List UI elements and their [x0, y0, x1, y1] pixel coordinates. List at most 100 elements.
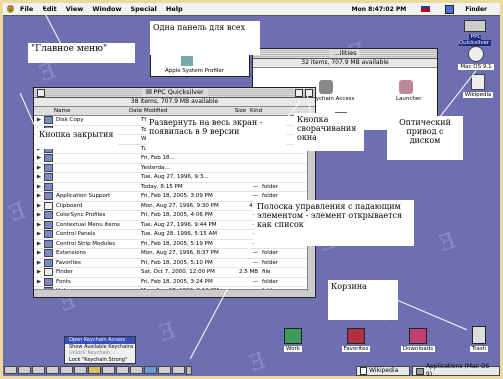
- disk-icon-box[interactable]: PPC Quicksilver: [452, 20, 498, 46]
- row-date: Fri, Feb 18, 2005, 3:24 PM: [141, 278, 213, 285]
- disclosure-triangle-icon[interactable]: ▶: [34, 260, 44, 266]
- file-icon: [44, 201, 53, 210]
- table-row[interactable]: ▶ Favorites Fri, Feb 18, 2005, 5:10 PM — fol…: [34, 258, 315, 268]
- control-strip-tab[interactable]: [186, 365, 192, 375]
- control-strip-module[interactable]: [144, 366, 157, 374]
- zoom-box-icon[interactable]: [295, 89, 303, 97]
- popup-item[interactable]: Lock "Keychain Strong": [65, 357, 135, 364]
- folder-icon: [44, 258, 53, 267]
- favorites-folder[interactable]: Favorites: [336, 328, 376, 352]
- table-row[interactable]: ▶ Yesterda...: [34, 163, 315, 173]
- utilities-titlebar[interactable]: ...ilities: [253, 49, 437, 59]
- disclosure-triangle-icon[interactable]: ▶: [34, 241, 44, 247]
- disclosure-triangle-icon[interactable]: ▶: [34, 193, 44, 199]
- trash-box[interactable]: Trash: [464, 326, 494, 352]
- app-menu-finder[interactable]: Finder: [465, 6, 487, 13]
- control-strip-module[interactable]: [60, 366, 73, 374]
- row-name: Disk Copy: [56, 117, 84, 124]
- popup-item[interactable]: Open Keychain Access: [65, 337, 135, 344]
- disclosure-triangle-icon[interactable]: ▶: [34, 269, 44, 275]
- row-name: Favorites: [56, 259, 81, 266]
- control-strip-module[interactable]: [172, 366, 185, 374]
- downloads-folder[interactable]: Downloads: [397, 328, 439, 352]
- disclosure-triangle-icon[interactable]: ▶: [34, 231, 44, 237]
- row-kind: folder: [262, 278, 278, 285]
- launcher-icon[interactable]: [399, 80, 413, 94]
- disclosure-triangle-icon[interactable]: ▶: [34, 222, 44, 228]
- disclosure-triangle-icon[interactable]: ▶: [34, 279, 44, 285]
- row-kind: folder: [262, 193, 278, 200]
- col-date[interactable]: Date Modified: [129, 107, 226, 115]
- folder-icon: [44, 154, 53, 163]
- table-row[interactable]: ▶ Finder Sat, Oct 7, 2000, 12:00 PM 2.5 MB f…: [34, 268, 315, 278]
- col-kind[interactable]: Kind: [250, 107, 278, 115]
- flag-icon[interactable]: [421, 6, 431, 12]
- row-date: Fri, Feb 18, 2005, 4:06 PM: [141, 212, 213, 219]
- table-row[interactable]: ▶ Today, 8:15 PM — folder: [34, 182, 315, 192]
- menu-window[interactable]: Window: [92, 5, 121, 13]
- wikipedia-label: Wikipedia: [462, 92, 494, 98]
- task-applications[interactable]: Applications (Mac OS 9): [412, 363, 500, 378]
- disclosure-triangle-icon[interactable]: ▶: [34, 203, 44, 209]
- menu-file[interactable]: File: [20, 5, 33, 13]
- col-name[interactable]: Name: [44, 107, 129, 115]
- folder-icon: [44, 277, 53, 286]
- finder-titlebar[interactable]: PPC Quicksilver: [34, 88, 315, 98]
- control-strip-module[interactable]: [88, 366, 101, 374]
- folder-icon: [44, 220, 53, 229]
- row-date: Sat, Oct 7, 2000, 12:00 PM: [141, 269, 215, 276]
- work-folder[interactable]: Work: [278, 328, 308, 352]
- disclosure-triangle-icon[interactable]: ▶: [34, 250, 44, 256]
- favorites-label: Favorites: [341, 346, 371, 352]
- col-size[interactable]: Size: [226, 107, 250, 115]
- disclosure-triangle-icon[interactable]: ▶: [34, 155, 44, 161]
- profiler-icon[interactable]: [181, 56, 193, 66]
- row-kind: file: [262, 269, 271, 276]
- wikipedia-icon-box[interactable]: Wikipedia: [460, 74, 496, 98]
- disclosure-triangle-icon[interactable]: ▶: [34, 174, 44, 180]
- document-icon: [360, 367, 367, 375]
- row-date: Tue, Aug 28, 1996, 5:15 AM: [141, 231, 217, 238]
- table-row[interactable]: ▶ Fonts Fri, Feb 18, 2005, 3:24 PM — folder: [34, 277, 315, 287]
- menu-bar-right: Mon 8:47:02 PM Finder: [346, 3, 496, 15]
- clock[interactable]: Mon 8:47:02 PM: [352, 6, 407, 13]
- keychain-icon[interactable]: [319, 80, 333, 94]
- bg-pattern: Ǝ: [156, 318, 180, 347]
- menu-special[interactable]: Special: [130, 5, 156, 13]
- menu-bar: File Edit View Window Special Help Mon 8…: [3, 3, 500, 16]
- table-row[interactable]: ▶ Tue, Aug 27, 1996, 9:3...: [34, 173, 315, 183]
- control-strip-module[interactable]: [74, 366, 87, 374]
- control-strip-module[interactable]: [130, 366, 143, 374]
- disclosure-triangle-icon[interactable]: ▶: [34, 117, 44, 123]
- apple-menu-icon[interactable]: [7, 5, 14, 13]
- utilities-title: ...ilities: [329, 49, 361, 58]
- row-date: Mon, Aug 27, 1996, 9:30 PM: [141, 202, 219, 209]
- row-date: Yesterda...: [141, 164, 170, 171]
- disclosure-triangle-icon[interactable]: ▶: [34, 184, 44, 190]
- row-name: Contextual Menu Items: [56, 221, 120, 228]
- scrollbar-bottom[interactable]: [34, 289, 315, 297]
- menu-help[interactable]: Help: [166, 5, 183, 13]
- pointer-line: [204, 55, 205, 70]
- row-date: Mon, Aug 27, 1996, 8:37 PM: [141, 250, 219, 257]
- control-strip-module[interactable]: [18, 366, 31, 374]
- close-box-icon[interactable]: [37, 89, 45, 97]
- menu-view[interactable]: View: [66, 5, 84, 13]
- control-strip-module[interactable]: [32, 366, 45, 374]
- folder-icon: [284, 328, 302, 344]
- task-wikipedia[interactable]: Wikipedia: [356, 366, 410, 376]
- table-row[interactable]: ▶ Extensions Mon, Aug 27, 1996, 8:37 PM — fo…: [34, 249, 315, 259]
- control-strip-module[interactable]: [158, 366, 171, 374]
- control-strip-module[interactable]: [4, 366, 17, 374]
- control-strip-module[interactable]: [102, 366, 115, 374]
- column-header: Name Date Modified Size Kind: [34, 107, 315, 116]
- cd-icon-box[interactable]: Mac OS 9.1: [456, 46, 496, 70]
- trash-icon: [472, 326, 486, 344]
- finder-info: 38 items, 707.9 MB available: [34, 98, 315, 107]
- disclosure-triangle-icon[interactable]: ▶: [34, 165, 44, 171]
- control-strip-module[interactable]: [46, 366, 59, 374]
- control-strip-module[interactable]: [116, 366, 129, 374]
- disclosure-triangle-icon[interactable]: ▶: [34, 212, 44, 218]
- row-kind: folder: [262, 259, 278, 266]
- table-row[interactable]: ▶ Fri, Feb 18...: [34, 154, 315, 164]
